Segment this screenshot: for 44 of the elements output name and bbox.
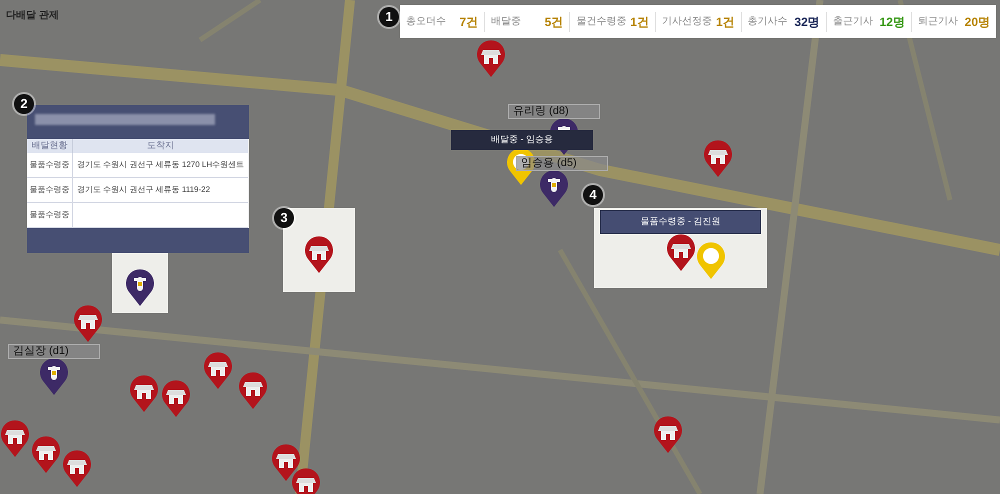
store-pin-icon[interactable] — [476, 40, 506, 78]
stat-label: 물건수령중 — [576, 15, 626, 29]
store-pin-icon[interactable] — [129, 375, 159, 413]
column-header: 도착지 — [146, 139, 176, 152]
store-pin-icon[interactable] — [238, 372, 268, 410]
store-pin-icon[interactable] — [62, 450, 92, 488]
store-pin-icon[interactable] — [304, 236, 334, 274]
stat-value: 32명 — [794, 14, 820, 30]
stat-label: 배달중 — [491, 15, 522, 29]
driver-label: 유리링 (d8) — [508, 104, 600, 119]
stat-label: 총기사수 — [748, 15, 788, 29]
stat-value: 5건 — [544, 14, 564, 30]
table-cell-text: 경기도 수원시 권선구 세류동 1119-22 — [76, 184, 212, 196]
store-pin-icon[interactable] — [666, 234, 696, 272]
table-cell-text: 경기도 수원시 권선구 세류동 1270 LH수원센트 — [76, 159, 246, 171]
scooter-pin-icon[interactable] — [125, 269, 155, 307]
store-pin-icon[interactable] — [0, 420, 30, 458]
stat-value: 12명 — [880, 14, 905, 30]
app-title: 다배달 관제 — [6, 9, 59, 23]
stat-value: 20명 — [964, 14, 990, 30]
store-pin-icon[interactable] — [703, 140, 733, 178]
stat-value: 1건 — [630, 14, 649, 30]
store-pin-icon[interactable] — [653, 416, 683, 454]
scooter-pin-icon[interactable] — [39, 358, 69, 396]
store-pin-icon[interactable] — [203, 352, 233, 390]
stat-value: 1건 — [716, 14, 735, 30]
driver-label: 임승용 (d5) — [516, 156, 608, 171]
store-pin-icon[interactable] — [161, 380, 191, 418]
stat-value: 7건 — [459, 14, 478, 30]
stat-label: 총오더수 — [406, 15, 446, 29]
stat-label: 퇴근기사 — [918, 15, 958, 29]
status-tooltip: 배달중 - 임승용 — [451, 130, 593, 150]
table-cell: 물품수령중 — [27, 203, 73, 227]
stat-label: 출근기사 — [832, 15, 873, 29]
store-pin-icon[interactable] — [31, 436, 61, 474]
driver-label: 김실장 (d1) — [8, 344, 100, 359]
store-pin-icon[interactable] — [271, 444, 301, 482]
scooter-pin-icon[interactable] — [539, 170, 569, 208]
store-pin-icon[interactable] — [73, 305, 103, 343]
table-cell: 물품수령중 — [27, 153, 73, 177]
stat-label: 기사선정중 — [662, 15, 712, 29]
column-header: 배달현황 — [27, 139, 73, 153]
status-tooltip: 물품수령중 - 김진원 — [600, 210, 761, 234]
table-cell: 물품수령중 — [27, 178, 73, 202]
